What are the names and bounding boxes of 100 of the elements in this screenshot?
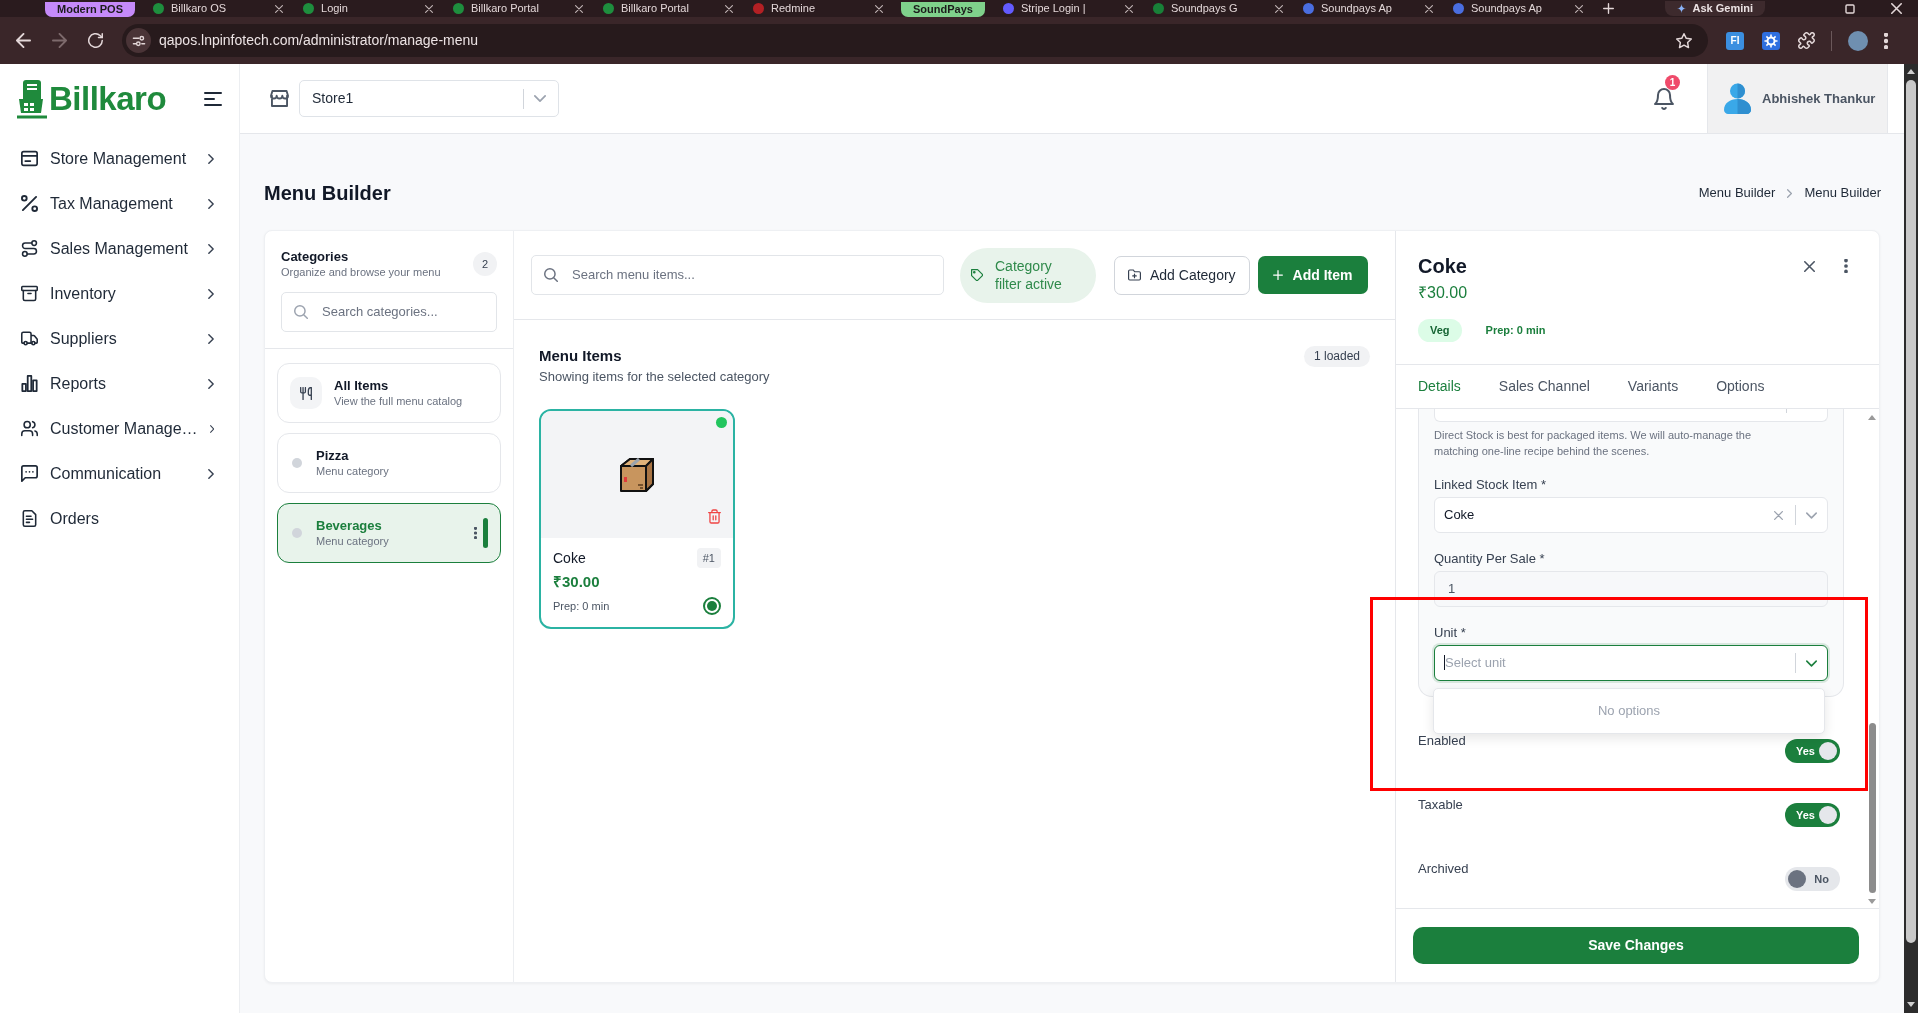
add-category-button[interactable]: Add Category: [1114, 255, 1250, 295]
chevron-down-icon: [1806, 659, 1817, 667]
page-title: Menu Builder: [264, 181, 391, 206]
tag-icon: [971, 269, 983, 281]
item-number-badge: #1: [696, 548, 721, 568]
nav-label: Reports: [50, 373, 107, 394]
search-field[interactable]: Search menu items...: [531, 255, 944, 295]
nav-item[interactable]: Sales Management: [0, 226, 239, 271]
nav-item[interactable]: Orders: [0, 496, 239, 541]
browser-tab[interactable]: Soundpays Ap: [1442, 0, 1593, 17]
bell-icon[interactable]: [1653, 87, 1675, 110]
assistant-button[interactable]: Ask Gemini: [1665, 1, 1765, 16]
chevron-right-icon: [208, 468, 214, 479]
breadcrumb-link[interactable]: Menu Builder: [1804, 183, 1881, 203]
add-item-button[interactable]: Add Item: [1257, 256, 1368, 294]
close-icon[interactable]: [725, 4, 733, 13]
nav-item[interactable]: Tax Management: [0, 181, 239, 226]
close-icon[interactable]: [1274, 4, 1283, 13]
field-label: Linked Stock Item *: [1434, 477, 1547, 493]
nav-item[interactable]: Reports: [0, 361, 239, 406]
close-icon[interactable]: [1804, 260, 1815, 272]
browser-tab[interactable]: Redmine: [743, 0, 893, 17]
gear-icon[interactable]: [1762, 31, 1780, 50]
nav-item[interactable]: Customer Manage…: [0, 406, 239, 451]
tab[interactable]: Options: [1716, 376, 1765, 397]
close-icon[interactable]: [275, 4, 283, 13]
prep-time: Prep: 0 min: [1485, 323, 1546, 339]
save-changes-button[interactable]: Save Changes: [1413, 927, 1859, 964]
more-vertical-icon[interactable]: [1844, 259, 1848, 273]
empty-message: No options: [1597, 702, 1661, 721]
toggle-switch[interactable]: Yes: [1785, 739, 1840, 763]
category-item[interactable]: All Items View the full menu catalog: [277, 363, 501, 423]
category-item[interactable]: Beverages Menu category: [277, 503, 501, 563]
browser-tab[interactable]: Billkaro OS: [143, 0, 293, 17]
toggle-switch[interactable]: Yes: [1785, 803, 1840, 827]
more-vertical-icon[interactable]: [1884, 32, 1888, 49]
tab-title: Redmine: [771, 1, 817, 16]
browser-tab[interactable]: Login: [293, 0, 443, 17]
nav-item[interactable]: Communication: [0, 451, 239, 496]
scroll-down-icon[interactable]: [1907, 1002, 1915, 1007]
tab-title: Soundpays Ap: [1320, 1, 1393, 16]
tab[interactable]: Details: [1418, 376, 1461, 397]
nav-item[interactable]: Store Management: [0, 136, 239, 181]
menu-icon[interactable]: [204, 92, 222, 106]
nav-item[interactable]: Inventory: [0, 271, 239, 316]
tab-group-label[interactable]: Modern POS: [45, 2, 135, 17]
store-select[interactable]: Store1: [299, 80, 559, 117]
reload-icon[interactable]: [87, 33, 103, 48]
browser-tab[interactable]: Soundpays Ap: [1292, 0, 1443, 17]
close-icon[interactable]: [875, 4, 883, 13]
profile-avatar[interactable]: [1848, 30, 1868, 51]
address-bar[interactable]: qapos.lnpinfotech.com/administrator/manage-menu: [122, 24, 1708, 57]
select-value: Store1: [312, 89, 355, 108]
nav-label: Store Management: [50, 148, 187, 169]
browser-tab[interactable]: Stripe Login |: [992, 0, 1143, 17]
menu-item-card[interactable]: Coke #1 ₹30.00 Prep: 0 min: [539, 409, 735, 629]
tab[interactable]: Sales Channel: [1498, 376, 1590, 397]
browser-tab[interactable]: Billkaro Portal: [593, 0, 743, 17]
nav-label: Sales Management: [50, 238, 188, 259]
nav-item[interactable]: Suppliers: [0, 316, 239, 361]
tab-title: Billkaro OS: [171, 1, 228, 16]
new-tab-icon[interactable]: [1602, 3, 1614, 14]
category-item[interactable]: Pizza Menu category: [277, 433, 501, 493]
scroll-up-icon[interactable]: [1907, 69, 1915, 74]
chevron-down-icon: [534, 95, 546, 102]
search-input[interactable]: Search menu items...: [572, 265, 943, 285]
url-text[interactable]: qapos.lnpinfotech.com/administrator/manage-menu: [159, 30, 479, 51]
close-icon[interactable]: [1124, 4, 1133, 13]
close-icon[interactable]: [1574, 4, 1583, 13]
select-field[interactable]: Coke: [1434, 497, 1828, 533]
category-subtitle: Menu category: [316, 464, 389, 478]
scrollbar-thumb[interactable]: [1906, 80, 1916, 943]
star-icon[interactable]: [1676, 32, 1692, 49]
maximize-icon[interactable]: [1845, 3, 1855, 14]
breadcrumb-link[interactable]: Menu Builder: [1698, 183, 1776, 203]
more-vertical-icon[interactable]: [474, 527, 477, 539]
close-icon[interactable]: [425, 4, 433, 13]
count-badge: 1 loaded: [1303, 346, 1370, 367]
trash-icon[interactable]: [708, 509, 721, 524]
browser-tab[interactable]: Soundpays G: [1142, 0, 1293, 17]
toggle-switch[interactable]: No: [1785, 867, 1840, 891]
search-field[interactable]: Search categories...: [281, 292, 497, 332]
user-menu[interactable]: Abhishek Thankur: [1707, 64, 1888, 133]
close-icon[interactable]: [1424, 4, 1433, 13]
tab-group-label[interactable]: SoundPays: [901, 2, 985, 17]
search-input[interactable]: Search categories...: [322, 302, 496, 322]
scrollbar-thumb[interactable]: [1868, 723, 1876, 893]
browser-tab[interactable]: Billkaro Portal: [443, 0, 593, 17]
help-text: Direct Stock is best for packaged items. We will auto-manage the matching one-line recipe behind the scenes.: [1434, 428, 1753, 459]
radio-button[interactable]: [703, 597, 721, 615]
tab[interactable]: Variants: [1627, 376, 1679, 397]
sliders-icon[interactable]: [126, 28, 151, 53]
document-icon: [21, 510, 38, 527]
close-icon[interactable]: [575, 4, 583, 13]
puzzle-icon[interactable]: [1798, 32, 1815, 49]
chevron-down-icon: [1806, 511, 1817, 519]
select-field[interactable]: [1434, 409, 1828, 422]
category-name: All Items: [334, 378, 390, 394]
users-icon: [21, 420, 38, 437]
back-arrow-icon[interactable]: [15, 33, 31, 48]
